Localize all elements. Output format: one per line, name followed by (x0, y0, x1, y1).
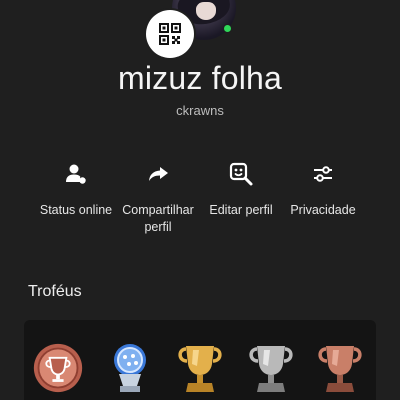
online-status-dot (223, 24, 232, 33)
profile-handle: ckrawns (176, 103, 224, 118)
silver-trophy-icon (245, 340, 297, 396)
privacy-label: Privacidade (290, 203, 356, 217)
avatar-face (196, 2, 216, 20)
gold-trophy-icon (174, 340, 226, 396)
status-online-label: Status online (39, 203, 113, 217)
profile-actions: Status online Compartilhar perfil Editar… (0, 160, 400, 250)
share-profile-button[interactable]: Compartilhar perfil (110, 160, 206, 236)
user-status-icon (62, 160, 90, 188)
sliders-icon (309, 160, 337, 188)
trophies-title: Troféus (28, 283, 82, 300)
qr-code-icon (159, 23, 181, 45)
edit-profile-label: Editar perfil (209, 203, 273, 217)
bronze-trophy-icon (314, 340, 366, 396)
platinum-trophy-icon (104, 340, 156, 396)
share-profile-label: Compartilhar perfil (122, 203, 194, 234)
profile-name: mizuz folha (117, 60, 283, 96)
trophy-level-icon (32, 340, 84, 396)
share-icon (144, 160, 172, 188)
qr-code-button[interactable] (146, 10, 194, 58)
profile-screen: mizuz folha ckrawns Status online Compar… (0, 0, 400, 400)
privacy-button[interactable]: Privacidade (275, 160, 371, 219)
edit-avatar-icon (227, 160, 255, 188)
